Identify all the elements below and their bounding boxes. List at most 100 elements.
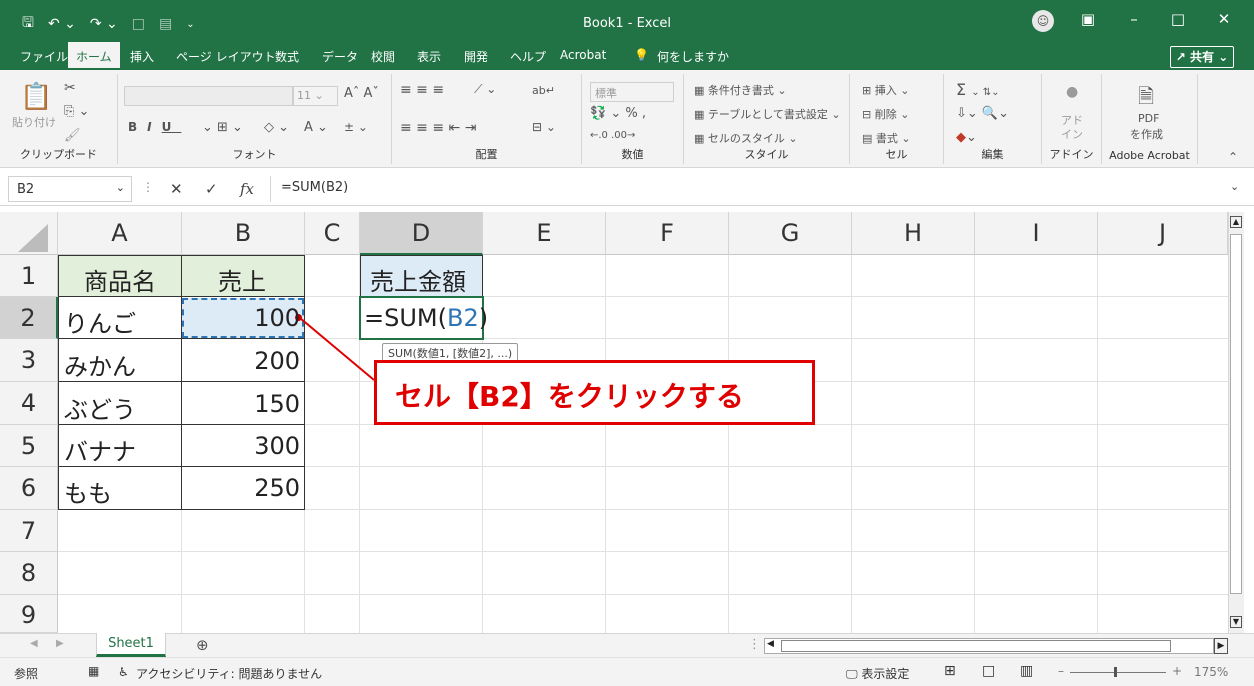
expand-formula-bar-icon[interactable]: ⌄	[1230, 180, 1239, 193]
minimize-icon[interactable]: –	[1122, 10, 1146, 28]
cut-icon[interactable]: ✂	[64, 80, 76, 96]
tell-me-search[interactable]: 何をしますか	[657, 48, 729, 65]
close-icon[interactable]: ✕	[1212, 10, 1236, 28]
pdf-icon[interactable]: 🗎	[1138, 82, 1154, 116]
fill-color-icon[interactable]: ◇ ⌄	[264, 120, 289, 135]
enter-icon[interactable]: ✓	[205, 180, 218, 198]
tab-home[interactable]: ホーム	[68, 42, 120, 70]
delete-cells-button[interactable]: ⊟ 削除 ⌄	[862, 106, 909, 122]
font-name-select[interactable]	[124, 86, 294, 106]
insert-function-icon[interactable]: fx	[240, 180, 254, 198]
zoom-level[interactable]: 175%	[1194, 665, 1228, 679]
formula-input[interactable]: =SUM(B2)	[270, 176, 1240, 202]
format-painter-icon[interactable]: 🖌	[64, 128, 81, 143]
accessibility-status[interactable]: アクセシビリティ: 問題ありません	[136, 665, 322, 682]
accounting-percent-comma-icon[interactable]: 💱 ⌄ % ,	[590, 106, 646, 121]
font-color-icon[interactable]: A ⌄	[304, 120, 328, 135]
addins-group-label: アドイン	[1049, 148, 1094, 161]
vertical-scrollbar[interactable]: ▲ ▼	[1228, 212, 1244, 633]
scroll-right-icon[interactable]: ▶	[1214, 638, 1228, 654]
accessibility-icon[interactable]: ♿	[118, 665, 129, 679]
clipboard-group-label: クリップボード	[20, 148, 97, 161]
tab-help[interactable]: ヘルプ	[510, 48, 546, 65]
alignment-group-label: 配置	[475, 148, 498, 161]
tab-file[interactable]: ファイル	[20, 48, 68, 65]
display-settings-button[interactable]: 🖵 表示設定	[846, 665, 909, 682]
zoom-slider[interactable]	[1070, 672, 1166, 673]
tab-acrobat[interactable]: Acrobat	[560, 48, 606, 62]
zoom-slider-thumb[interactable]	[1114, 667, 1117, 677]
paste-icon[interactable]: 📋	[20, 82, 52, 112]
acrobat-group-label: Adobe Acrobat	[1109, 149, 1190, 162]
create-pdf-label[interactable]: を作成	[1130, 126, 1163, 142]
pdf-label[interactable]: PDF	[1138, 112, 1159, 125]
wrap-text-icon[interactable]: ab↵	[532, 84, 555, 97]
styles-group-label: スタイル	[744, 148, 789, 161]
tab-review[interactable]: 校閲	[371, 48, 395, 65]
horizontal-scrollbar[interactable]: ◀	[764, 638, 1214, 654]
vertical-scroll-thumb[interactable]	[1230, 234, 1242, 594]
format-cells-button[interactable]: ▤ 書式 ⌄	[862, 130, 911, 146]
cell-styles-button[interactable]: ▦ セルのスタイル ⌄	[694, 130, 798, 146]
font-group: 11 ⌄ Aˆ Aˇ BIU ⌄ ⊞ ⌄ ◇ ⌄ A ⌄ ± ⌄ フォント	[118, 74, 392, 164]
ribbon-display-icon[interactable]: ▣	[1076, 10, 1100, 28]
zoom-out-icon[interactable]: –	[1058, 664, 1064, 678]
editing-group-label: 編集	[981, 148, 1004, 161]
fill-find-icon[interactable]: ⇩⌄ 🔍⌄	[956, 106, 1009, 121]
vertical-align-icon[interactable]: ≡ ≡ ≡	[400, 82, 444, 98]
page-break-view-icon[interactable]: ▥	[1020, 663, 1033, 679]
split-handle-icon[interactable]: ⋮	[748, 637, 761, 652]
cancel-icon[interactable]: ✕	[170, 180, 183, 198]
display-settings-label: 表示設定	[861, 667, 910, 681]
font-grow-shrink-icon[interactable]: Aˆ Aˇ	[344, 86, 379, 101]
horizontal-align-icon[interactable]: ≡ ≡ ≡ ⇤ ⇥	[400, 120, 476, 136]
addins-icon[interactable]: ●	[1066, 84, 1078, 100]
tab-developer[interactable]: 開発	[464, 48, 488, 65]
more-icon: ⋮	[142, 180, 154, 194]
maximize-icon[interactable]: □	[1166, 10, 1190, 28]
font-size-select[interactable]: 11 ⌄	[292, 86, 338, 106]
tab-data[interactable]: データ	[322, 48, 358, 65]
macro-record-icon[interactable]: ▦	[88, 664, 99, 678]
tab-view[interactable]: 表示	[417, 48, 441, 65]
name-box-value: B2	[17, 182, 35, 197]
format-as-table-label: テーブルとして書式設定	[707, 108, 828, 121]
decimal-icon[interactable]: ←.0 .00→	[590, 130, 635, 141]
orientation-icon[interactable]: ⟋ ⌄	[474, 82, 496, 97]
format-as-table-button[interactable]: ▦ テーブルとして書式設定 ⌄	[694, 106, 841, 122]
acrobat-group: 🗎 PDF を作成 Adobe Acrobat	[1102, 74, 1198, 164]
bold-italic-underline-icon[interactable]: BIU	[128, 120, 181, 134]
page-layout-view-icon[interactable]: □	[982, 663, 995, 679]
sheet-next-icon[interactable]: ▶	[56, 638, 64, 649]
worksheet-grid[interactable]: A B C D E F G H I J 1 2 3 4 5 6 7 8 9 商品…	[0, 212, 1254, 633]
sheet-prev-icon[interactable]: ◀	[30, 638, 38, 649]
horizontal-scroll-thumb[interactable]	[781, 640, 1171, 652]
tab-page-layout[interactable]: ページ レイアウト	[176, 48, 276, 65]
name-box-dropdown-icon[interactable]: ⌄	[116, 181, 125, 194]
scroll-down-icon[interactable]: ▼	[1230, 616, 1242, 628]
tab-insert[interactable]: 挿入	[130, 48, 154, 65]
status-bar: 参照 ▦ ♿ アクセシビリティ: 問題ありません 🖵 表示設定 ⊞ □ ▥ – …	[0, 657, 1254, 686]
tab-formulas[interactable]: 数式	[275, 48, 299, 65]
phonetic-icon[interactable]: ± ⌄	[344, 120, 368, 134]
autosum-icon[interactable]: Σ ⌄ ⇅⌄	[956, 80, 1000, 99]
share-button[interactable]: ↗ 共有 ⌄	[1170, 46, 1234, 68]
scroll-left-icon[interactable]: ◀	[767, 639, 774, 649]
share-icon: ↗	[1175, 50, 1186, 64]
account-avatar-icon[interactable]: ☺	[1032, 10, 1054, 32]
clear-icon[interactable]: ◆⌄	[956, 130, 977, 145]
sheet-tab-sheet1[interactable]: Sheet1	[96, 633, 166, 657]
borders-icon[interactable]: ⌄ ⊞ ⌄	[202, 120, 243, 135]
add-sheet-icon[interactable]: ⊕	[196, 636, 209, 654]
collapse-ribbon-icon[interactable]: ⌃	[1228, 150, 1238, 164]
name-box[interactable]: B2 ⌄	[8, 176, 132, 202]
normal-view-icon[interactable]: ⊞	[944, 663, 956, 679]
merge-center-icon[interactable]: ⊟ ⌄	[532, 120, 556, 134]
number-group: 標準 💱 ⌄ % , ←.0 .00→ 数値	[582, 74, 684, 164]
number-format-select[interactable]: 標準	[590, 82, 674, 102]
zoom-in-icon[interactable]: +	[1172, 664, 1182, 678]
scroll-up-icon[interactable]: ▲	[1230, 216, 1242, 228]
conditional-format-button[interactable]: ▦ 条件付き書式 ⌄	[694, 82, 787, 98]
copy-icon[interactable]: ⎘ ⌄	[64, 104, 89, 119]
insert-cells-button[interactable]: ⊞ 挿入 ⌄	[862, 82, 909, 98]
